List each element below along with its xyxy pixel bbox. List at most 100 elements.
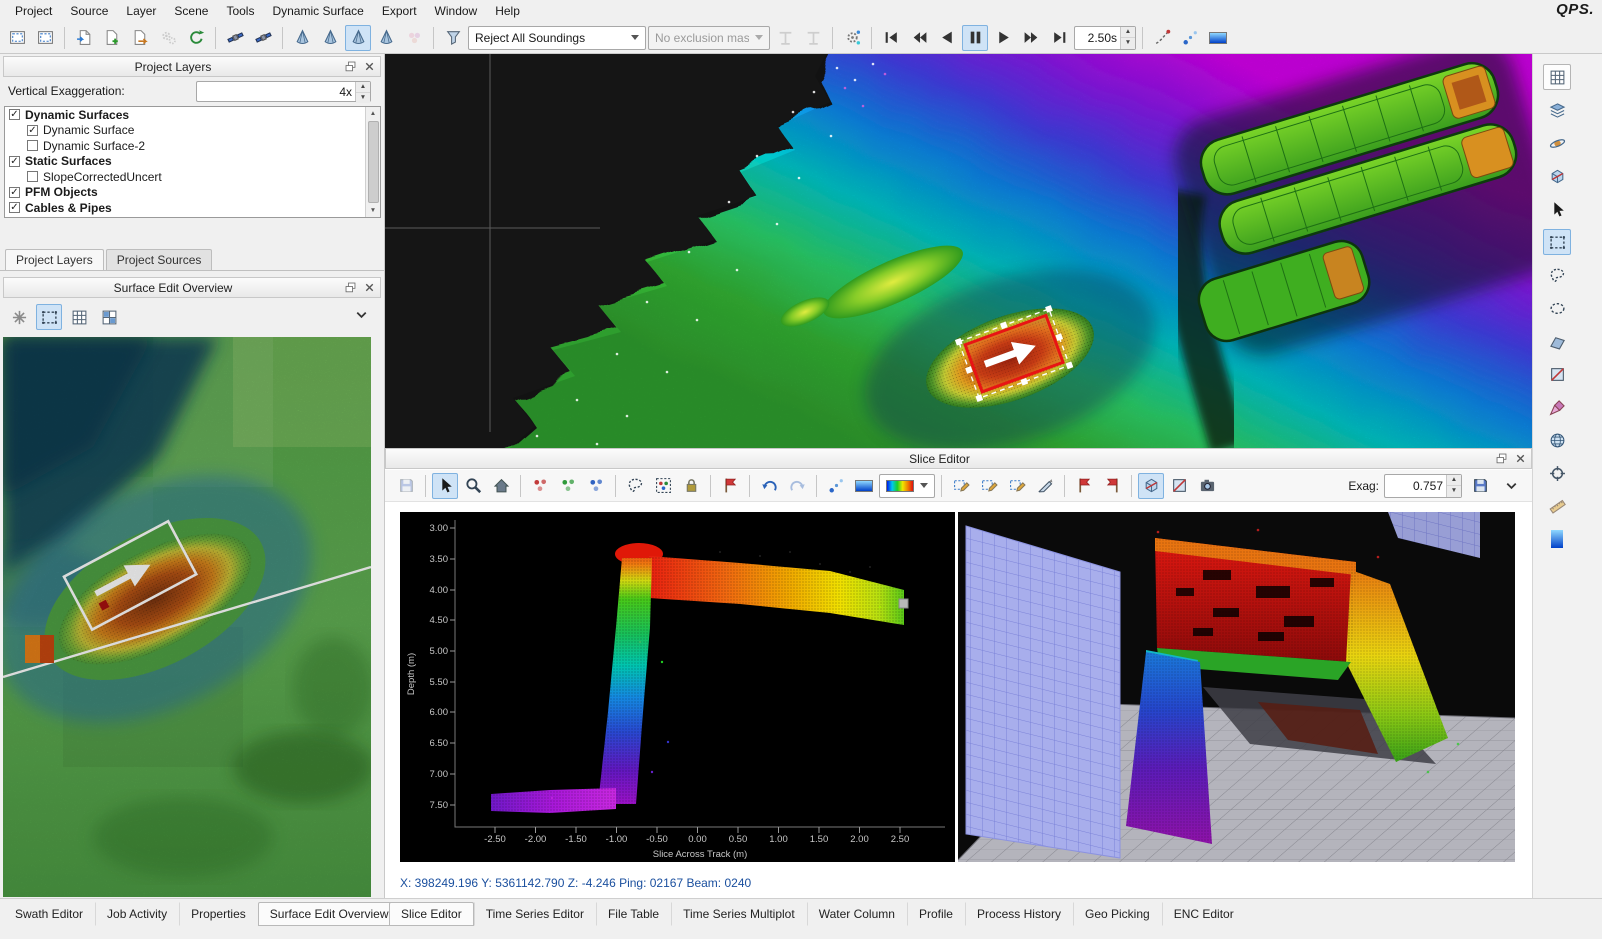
flag-pick-button[interactable] [717, 473, 743, 499]
target-pick-button[interactable] [1543, 460, 1571, 486]
patch-test-button[interactable] [373, 25, 399, 51]
points-select-button[interactable] [650, 473, 676, 499]
colormap-combo[interactable] [879, 474, 935, 498]
lock-selection-button[interactable] [678, 473, 704, 499]
checkbox[interactable]: ✓ [27, 125, 38, 136]
checkbox[interactable] [27, 171, 38, 182]
reprocess-button[interactable] [183, 25, 209, 51]
snapshot-button[interactable] [1194, 473, 1220, 499]
track-points-button[interactable] [823, 473, 849, 499]
accept-soundings-button[interactable] [555, 473, 581, 499]
checkbox[interactable]: ✓ [9, 109, 20, 120]
tab-time-series-editor[interactable]: Time Series Editor [474, 902, 596, 926]
flag-button[interactable] [1071, 473, 1097, 499]
close-panel-button[interactable] [361, 279, 378, 296]
panel-menu-button[interactable] [1498, 473, 1524, 499]
spin-down-icon[interactable]: ▼ [1447, 486, 1461, 497]
checkbox[interactable]: ✓ [9, 156, 20, 167]
colorbar-button[interactable] [851, 473, 877, 499]
tab-project-sources[interactable]: Project Sources [106, 249, 213, 270]
exclusion-mask-combo[interactable]: No exclusion mask [648, 26, 770, 50]
home-view-button[interactable] [488, 473, 514, 499]
marquee-select-button[interactable] [32, 25, 58, 51]
collapse-overview-button[interactable] [353, 306, 370, 323]
skip-end-button[interactable] [1046, 25, 1072, 51]
float-panel-button[interactable] [342, 58, 359, 75]
menu-source[interactable]: Source [61, 1, 117, 21]
save-button[interactable] [393, 473, 419, 499]
tab-surface-edit-overview[interactable]: Surface Edit Overview [258, 902, 401, 926]
processing-settings-button[interactable] [155, 25, 181, 51]
vessel-config-button[interactable] [222, 25, 248, 51]
play-button[interactable] [990, 25, 1016, 51]
pause-button[interactable] [962, 25, 988, 51]
filter-soundings-button[interactable] [401, 25, 427, 51]
measure-button[interactable] [1543, 493, 1571, 519]
marquee-zoom-button[interactable] [4, 25, 30, 51]
restore-soundings-button[interactable] [583, 473, 609, 499]
polygon-edit-button[interactable] [1004, 473, 1030, 499]
undo-button[interactable] [756, 473, 782, 499]
overview-canvas[interactable] [3, 337, 371, 897]
tab-enc-editor[interactable]: ENC Editor [1162, 902, 1246, 926]
exag-spinner[interactable]: 0.757 ▲▼ [1384, 474, 1462, 498]
menu-dynamic-surface[interactable]: Dynamic Surface [263, 1, 372, 21]
grid-display-button[interactable] [1543, 64, 1571, 90]
slice-editor-button[interactable] [317, 25, 343, 51]
menu-help[interactable]: Help [486, 1, 529, 21]
return-flag-button[interactable] [1099, 473, 1125, 499]
tab-properties[interactable]: Properties [179, 902, 258, 926]
tab-profile[interactable]: Profile [907, 902, 965, 926]
tab-water-column[interactable]: Water Column [807, 902, 907, 926]
swath-editor-button[interactable] [289, 25, 315, 51]
slice-3d-button[interactable] [1138, 473, 1164, 499]
orbit-view-button[interactable] [1543, 130, 1571, 156]
menu-scene[interactable]: Scene [165, 1, 217, 21]
spline-filter-button[interactable] [1149, 25, 1175, 51]
tree-item-pfm-objects[interactable]: ✓PFM Objects [5, 185, 380, 201]
scroll-up-icon[interactable]: ▲ [370, 107, 376, 120]
clip-plane-button[interactable] [1166, 473, 1192, 499]
zoom-tool-button[interactable] [460, 473, 486, 499]
checkbox[interactable] [27, 140, 38, 151]
select-rect-button[interactable] [36, 304, 62, 330]
reject-filter-button[interactable] [440, 25, 466, 51]
tab-job-activity[interactable]: Job Activity [95, 902, 179, 926]
clean-tool-button[interactable] [1543, 394, 1571, 420]
tree-item-dynamic-surfaces[interactable]: ✓Dynamic Surfaces [5, 107, 380, 123]
show-tiles-button[interactable] [96, 304, 122, 330]
plot-selection-handle[interactable] [899, 599, 908, 608]
spin-down-icon[interactable]: ▼ [356, 93, 370, 103]
select-lasso-tool-button[interactable] [1543, 262, 1571, 288]
tab-slice-editor[interactable]: Slice Editor [389, 902, 474, 926]
grid-tool-alt-button[interactable] [800, 25, 826, 51]
tab-geo-picking[interactable]: Geo Picking [1073, 902, 1162, 926]
tree-item-dynamic-surface[interactable]: ✓Dynamic Surface [5, 123, 380, 139]
rotate-box-button[interactable] [1543, 163, 1571, 189]
menu-export[interactable]: Export [373, 1, 426, 21]
select-ellipse-tool-button[interactable] [1543, 295, 1571, 321]
slice-plot-canvas[interactable]: 3.00 3.50 4.00 4.50 5.00 5.50 6.00 6.50 … [400, 512, 955, 862]
menu-tools[interactable]: Tools [217, 1, 263, 21]
skip-start-button[interactable] [878, 25, 904, 51]
rect-edit-button[interactable] [948, 473, 974, 499]
select-rect-tool-button[interactable] [1543, 229, 1571, 255]
color-scale-button[interactable] [1205, 25, 1231, 51]
tree-scrollbar[interactable]: ▲▼ [365, 107, 380, 217]
profile-view-button[interactable] [1543, 328, 1571, 354]
float-panel-button[interactable] [342, 279, 359, 296]
tree-item-dynamic-surface-2[interactable]: Dynamic Surface-2 [5, 138, 380, 154]
spin-up-icon[interactable]: ▲ [1121, 27, 1135, 39]
redo-button[interactable] [784, 473, 810, 499]
colorbar-display-button[interactable] [1543, 526, 1571, 552]
play-interval-spinner[interactable]: 2.50s ▲▼ [1074, 26, 1136, 50]
menu-project[interactable]: Project [6, 1, 61, 21]
grid-tool-button[interactable] [772, 25, 798, 51]
reject-mode-combo[interactable]: Reject All Soundings [468, 26, 646, 50]
vertical-exaggeration-spinner[interactable]: 4x ▲▼ [196, 81, 371, 102]
slice-plane-button[interactable] [1543, 361, 1571, 387]
sound-velocity-button[interactable] [250, 25, 276, 51]
lasso-select-button[interactable] [622, 473, 648, 499]
auto-processing-button[interactable] [839, 25, 865, 51]
scene-canvas[interactable] [385, 54, 1532, 448]
